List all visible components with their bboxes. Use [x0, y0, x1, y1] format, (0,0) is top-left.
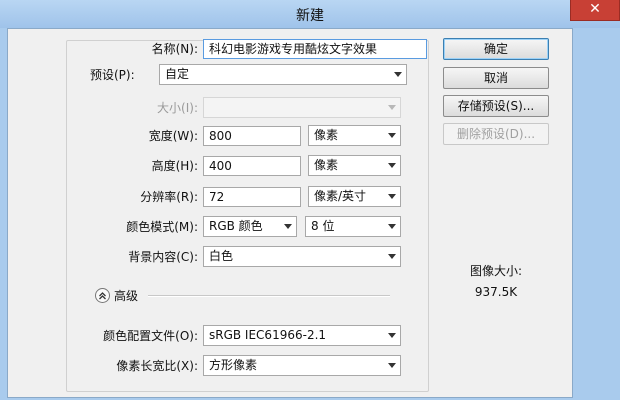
chevron-down-icon [388, 105, 396, 110]
bit-depth-value: 8 位 [311, 219, 335, 233]
color-profile-value: sRGB IEC61966-2.1 [209, 328, 327, 342]
preset-select[interactable]: 自定 [159, 64, 407, 85]
delete-preset-button: 删除预设(D)... [443, 123, 549, 145]
preset-value: 自定 [165, 67, 190, 81]
resolution-unit-select[interactable]: 像素/英寸 [308, 186, 401, 207]
close-icon[interactable]: ✕ [570, 0, 620, 21]
height-label: 高度(H): [151, 159, 198, 173]
width-input[interactable]: 800 [203, 126, 301, 146]
pixel-aspect-select[interactable]: 方形像素 [203, 355, 401, 376]
chevron-down-icon [388, 194, 396, 199]
advanced-divider [148, 295, 390, 297]
preset-label: 预设(P): [90, 68, 135, 82]
ok-button[interactable]: 确定 [443, 38, 549, 60]
image-size-value: 937.5K [474, 285, 518, 299]
width-label: 宽度(W): [148, 129, 198, 143]
pixel-aspect-value: 方形像素 [209, 358, 258, 372]
resolution-input[interactable]: 72 [203, 187, 301, 207]
window-title: 新建 [296, 8, 324, 24]
color-profile-label: 颜色配置文件(O): [103, 329, 198, 343]
name-label: 名称(N): [151, 42, 198, 56]
size-label: 大小(I): [157, 101, 198, 115]
advanced-label: 高级 [114, 289, 139, 303]
chevron-down-icon [388, 163, 396, 168]
color-mode-select[interactable]: RGB 颜色 [203, 216, 297, 237]
name-input[interactable]: 科幻电影游戏专用酷炫文字效果 [203, 39, 427, 59]
background-value: 白色 [209, 249, 234, 263]
chevron-down-icon [388, 133, 396, 138]
chevron-down-icon [388, 224, 396, 229]
chevron-down-icon [388, 254, 396, 259]
height-input[interactable]: 400 [203, 156, 301, 176]
bit-depth-select[interactable]: 8 位 [305, 216, 401, 237]
pixel-aspect-label: 像素长宽比(X): [116, 359, 198, 373]
resolution-label: 分辨率(R): [140, 190, 198, 204]
chevron-down-icon [388, 333, 396, 338]
height-unit-select[interactable]: 像素 [308, 155, 401, 176]
chevron-down-icon [284, 224, 292, 229]
background-label: 背景内容(C): [128, 250, 198, 264]
width-unit-value: 像素 [314, 128, 339, 142]
advanced-toggle-icon[interactable] [95, 288, 110, 303]
chevron-down-icon [388, 363, 396, 368]
size-select [203, 97, 401, 118]
height-unit-value: 像素 [314, 158, 339, 172]
background-select[interactable]: 白色 [203, 246, 401, 267]
color-profile-select[interactable]: sRGB IEC61966-2.1 [203, 325, 401, 346]
chevron-down-icon [394, 72, 402, 77]
image-size-label: 图像大小: [469, 264, 523, 278]
title-bar: 新建 ✕ [0, 0, 620, 28]
save-preset-button[interactable]: 存储预设(S)... [443, 95, 549, 117]
cancel-button[interactable]: 取消 [443, 67, 549, 89]
color-mode-value: RGB 颜色 [209, 219, 263, 233]
color-mode-label: 颜色模式(M): [126, 220, 198, 234]
resolution-unit-value: 像素/英寸 [314, 189, 367, 203]
width-unit-select[interactable]: 像素 [308, 125, 401, 146]
